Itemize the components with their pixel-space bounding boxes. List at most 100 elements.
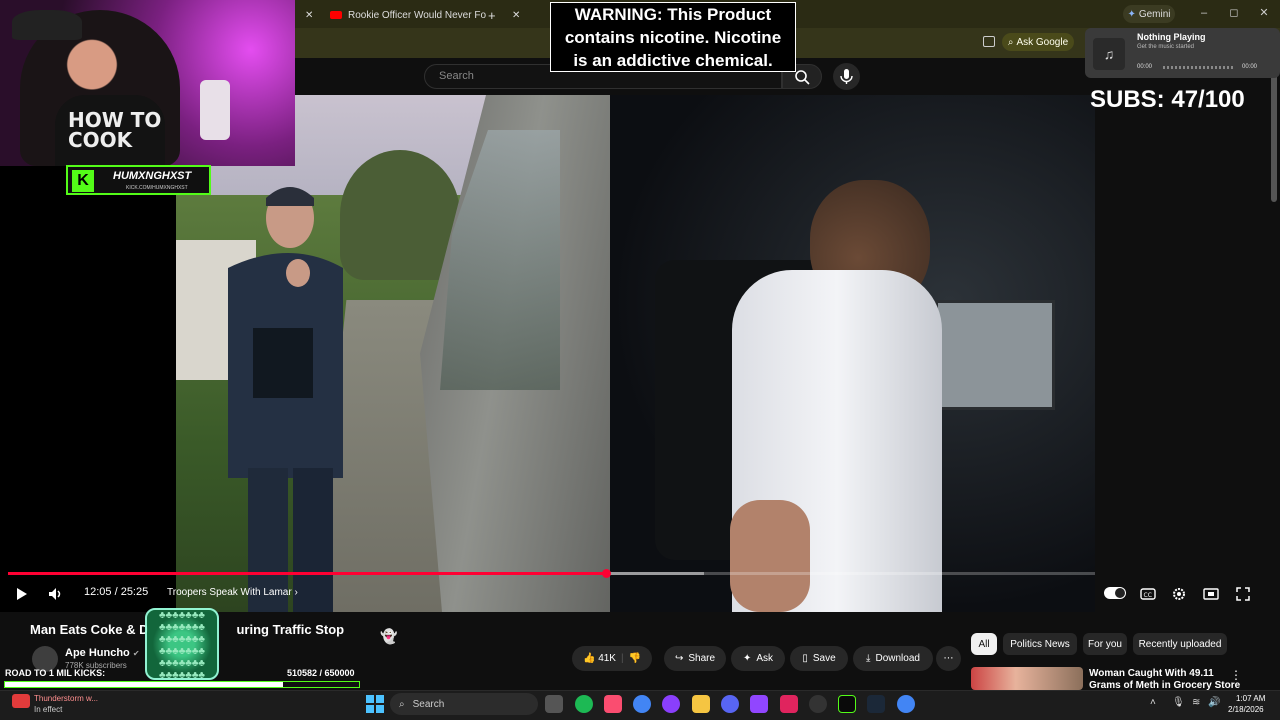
- new-tab-button[interactable]: +: [488, 4, 496, 26]
- search-icon: ⌕: [399, 698, 405, 710]
- like-count: 41K: [598, 653, 616, 664]
- youtube-favicon-icon: [330, 11, 342, 19]
- close-window-button[interactable]: ✕: [1257, 6, 1271, 20]
- music-note-icon: ♫: [1093, 38, 1125, 70]
- media-subtitle: Get the music started: [1137, 44, 1195, 50]
- close-tab-icon[interactable]: ✕: [305, 4, 313, 26]
- chip-recently-uploaded[interactable]: Recently uploaded: [1133, 633, 1227, 655]
- recommended-thumbnail[interactable]: [971, 667, 1083, 690]
- taskbar-search[interactable]: ⌕ Search: [390, 693, 538, 715]
- captions-button[interactable]: CC: [1139, 585, 1157, 603]
- volume-button[interactable]: [46, 585, 64, 603]
- svg-text:CC: CC: [1144, 592, 1152, 599]
- download-button[interactable]: ⤓ Download: [853, 646, 933, 671]
- video-title-start: Man Eats Coke & D: [30, 622, 149, 637]
- start-button[interactable]: [366, 695, 384, 713]
- save-button[interactable]: ▯ Save: [790, 646, 848, 671]
- lens-icon: ⌕: [1007, 36, 1014, 48]
- video-title-end: uring Traffic Stop: [236, 622, 345, 637]
- channel-name[interactable]: Ape Huncho ✔: [65, 647, 140, 659]
- fullscreen-icon: [1236, 587, 1250, 601]
- share-label: Share: [688, 653, 716, 664]
- ask-button[interactable]: ✦ Ask: [731, 646, 785, 671]
- shirt-text: HOW TO COOK: [68, 108, 162, 152]
- ghost-icon: 👻: [380, 628, 398, 644]
- kick-app-icon[interactable]: [838, 695, 856, 713]
- kick-logo-icon: K: [72, 170, 94, 192]
- media-progress: [1163, 66, 1235, 69]
- jar-overlay: ♣♣♣♣♣♣♣ ♣♣♣♣♣♣♣ ♣♣♣♣♣♣♣ ♣♣♣♣♣♣♣ ♣♣♣♣♣♣♣ …: [145, 608, 219, 680]
- app-icon-purple[interactable]: [662, 695, 680, 713]
- steam-icon[interactable]: [867, 695, 885, 713]
- theater-icon: [1203, 588, 1219, 600]
- clock-time[interactable]: 1:07 AM: [1236, 694, 1265, 703]
- progress-scrubber[interactable]: [602, 569, 611, 578]
- play-button[interactable]: [12, 585, 30, 603]
- share-button[interactable]: ↪ Share: [664, 646, 726, 671]
- sparkle-icon: ✦: [1127, 8, 1136, 20]
- tray-chevron-icon[interactable]: ˄: [1150, 697, 1156, 708]
- media-title: Nothing Playing: [1137, 32, 1206, 42]
- sparkle-icon: ✦: [742, 653, 752, 664]
- warning-line-3: is an addictive chemical.: [573, 51, 773, 70]
- more-actions-button[interactable]: ⋯: [936, 646, 961, 671]
- settings-button[interactable]: [1170, 585, 1188, 603]
- scrollbar[interactable]: [1271, 62, 1277, 202]
- chapter-button[interactable]: Troopers Speak With Lamar ›: [167, 587, 298, 598]
- like-button[interactable]: 👍 41K: [583, 653, 616, 664]
- discord-icon[interactable]: [721, 695, 739, 713]
- share-icon: ↪: [674, 653, 684, 664]
- download-label: Download: [875, 653, 920, 664]
- chapter-title: Troopers Speak With Lamar: [167, 587, 292, 598]
- thumbs-down-icon: 👎: [628, 653, 642, 664]
- chip-politics-news[interactable]: Politics News: [1003, 633, 1077, 655]
- clock-date[interactable]: 2/18/2026: [1228, 705, 1264, 714]
- microphone-tray-icon[interactable]: 🎙: [1172, 697, 1185, 708]
- app-icon-red[interactable]: [780, 695, 798, 713]
- ask-google-button[interactable]: ⌕ Ask Google: [1002, 33, 1074, 51]
- chip-for-you[interactable]: For you: [1083, 633, 1127, 655]
- twitch-icon[interactable]: [750, 695, 768, 713]
- recommended-menu-icon[interactable]: ⋮: [1230, 668, 1242, 682]
- autoplay-toggle[interactable]: [1104, 587, 1126, 599]
- kick-url: KICK.COM/HUMXNGHXST: [126, 185, 188, 191]
- video-frame-arm: [730, 500, 810, 612]
- speaker-icon[interactable]: 🔊: [1208, 697, 1220, 708]
- itunes-icon[interactable]: [604, 695, 622, 713]
- weather-title[interactable]: Thunderstorm w...: [34, 694, 98, 703]
- close-tab-icon[interactable]: ✕: [512, 10, 520, 21]
- captions-icon: CC: [1140, 588, 1156, 600]
- recommended-title[interactable]: Woman Caught With 49.11 Grams of Meth in…: [1089, 668, 1240, 692]
- video-frame-laptop: [935, 300, 1055, 410]
- microphone-icon: [840, 69, 853, 84]
- like-dislike-group: 👍 41K | 👎: [572, 646, 652, 671]
- dislike-button[interactable]: 👎: [629, 653, 641, 664]
- chip-all[interactable]: All: [971, 633, 997, 655]
- wifi-icon[interactable]: ≋: [1192, 697, 1200, 708]
- spotify-icon[interactable]: [575, 695, 593, 713]
- obs-icon[interactable]: [809, 695, 827, 713]
- taskbar-search-label: Search: [412, 698, 445, 710]
- theater-mode-button[interactable]: [1202, 585, 1220, 603]
- chrome-icon[interactable]: [633, 695, 651, 713]
- warning-line-2: contains nicotine. Nicotine: [564, 28, 782, 47]
- more-icon: ⋯: [943, 653, 954, 664]
- task-view-icon[interactable]: [545, 695, 563, 713]
- road-goal-count: 510582 / 650000: [287, 668, 355, 678]
- chrome-icon[interactable]: [897, 695, 915, 713]
- maximize-button[interactable]: ◻: [1227, 6, 1241, 20]
- fullscreen-button[interactable]: [1234, 585, 1252, 603]
- volume-icon: [49, 588, 61, 600]
- gear-icon: [1173, 588, 1185, 600]
- voice-search-button[interactable]: [833, 63, 860, 90]
- road-goal-fill: [5, 682, 283, 687]
- gemini-button[interactable]: ✦ Gemini: [1123, 5, 1175, 23]
- cast-icon[interactable]: [983, 36, 995, 47]
- gemini-label: Gemini: [1138, 8, 1171, 20]
- weather-alert-icon[interactable]: [12, 694, 30, 708]
- warning-line-1: WARNING: This Product: [574, 5, 772, 24]
- file-explorer-icon[interactable]: [692, 695, 710, 713]
- minimize-button[interactable]: –: [1197, 6, 1211, 20]
- video-frame-officer: [228, 187, 343, 612]
- webcam-overlay: HOW TO COOK: [0, 0, 295, 166]
